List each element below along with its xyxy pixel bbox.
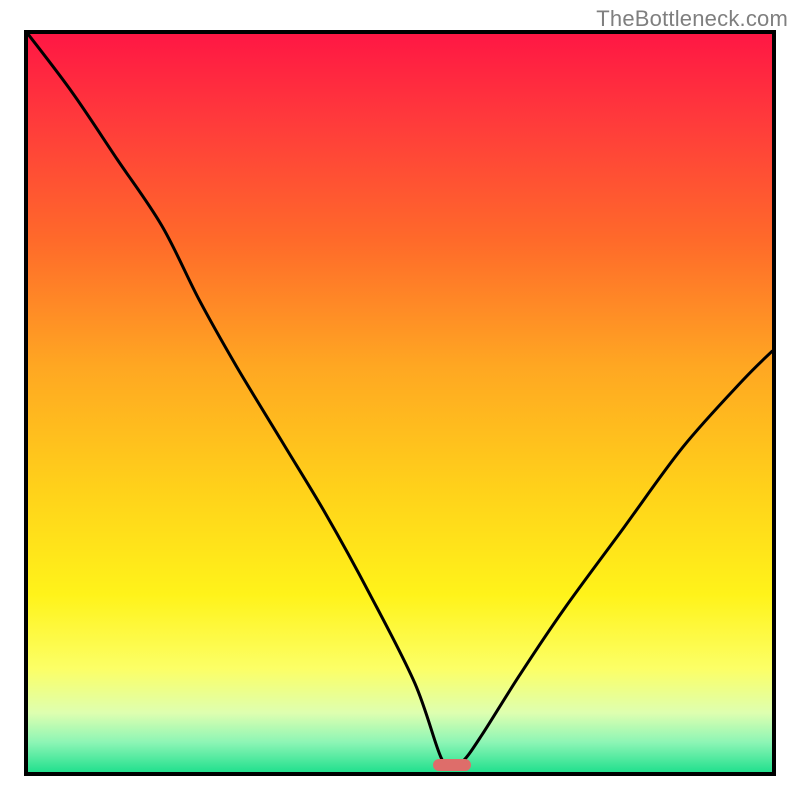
chart-frame [24,30,776,776]
watermark-text: TheBottleneck.com [596,6,788,32]
optimal-point-marker [433,759,470,771]
bottleneck-curve [28,34,772,772]
